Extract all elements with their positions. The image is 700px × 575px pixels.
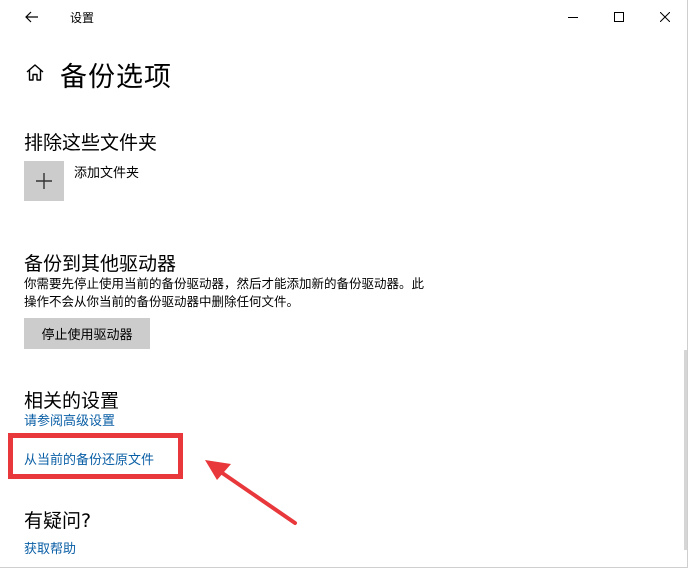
advanced-settings-link[interactable]: 请参阅高级设置 [24, 410, 115, 429]
minimize-button[interactable] [550, 0, 596, 34]
window-title: 设置 [70, 11, 95, 25]
questions-heading: 有疑问? [24, 510, 92, 532]
home-icon[interactable] [24, 62, 46, 84]
back-arrow-icon [25, 11, 38, 23]
exclude-folders-heading: 排除这些文件夹 [24, 132, 158, 154]
minimize-icon [568, 17, 578, 18]
maximize-icon [614, 12, 624, 22]
related-settings-heading: 相关的设置 [24, 390, 120, 412]
restore-files-link[interactable]: 从当前的备份还原文件 [24, 449, 154, 468]
back-button[interactable] [18, 6, 46, 28]
window-controls [550, 0, 687, 34]
add-folder-label[interactable]: 添加文件夹 [74, 162, 139, 181]
close-icon [660, 12, 670, 22]
scrollbar[interactable] [684, 350, 687, 550]
title-bar: 设置 [0, 0, 687, 34]
add-folder-button[interactable] [24, 161, 64, 201]
settings-window: 设置 备份选项 排除这些文件夹 添加文件夹 备份到其他驱动器 你需要先停止使用当… [0, 0, 688, 568]
plus-icon [36, 173, 52, 189]
other-drive-description-line1: 你需要先停止使用当前的备份驱动器，然后才能添加新的备份驱动器。此 [24, 276, 425, 291]
get-help-link[interactable]: 获取帮助 [24, 538, 76, 557]
close-button[interactable] [642, 0, 687, 34]
background-bottom-edge [0, 568, 700, 575]
page-title: 备份选项 [60, 62, 172, 93]
other-drive-description-line2: 操作不会从你当前的备份驱动器中删除任何文件。 [24, 294, 300, 309]
other-drive-heading: 备份到其他驱动器 [24, 253, 177, 275]
annotation-arrow-icon [205, 460, 297, 525]
stop-using-drive-button[interactable]: 停止使用驱动器 [24, 318, 150, 349]
maximize-button[interactable] [596, 0, 642, 34]
background-window-edge [688, 0, 700, 575]
